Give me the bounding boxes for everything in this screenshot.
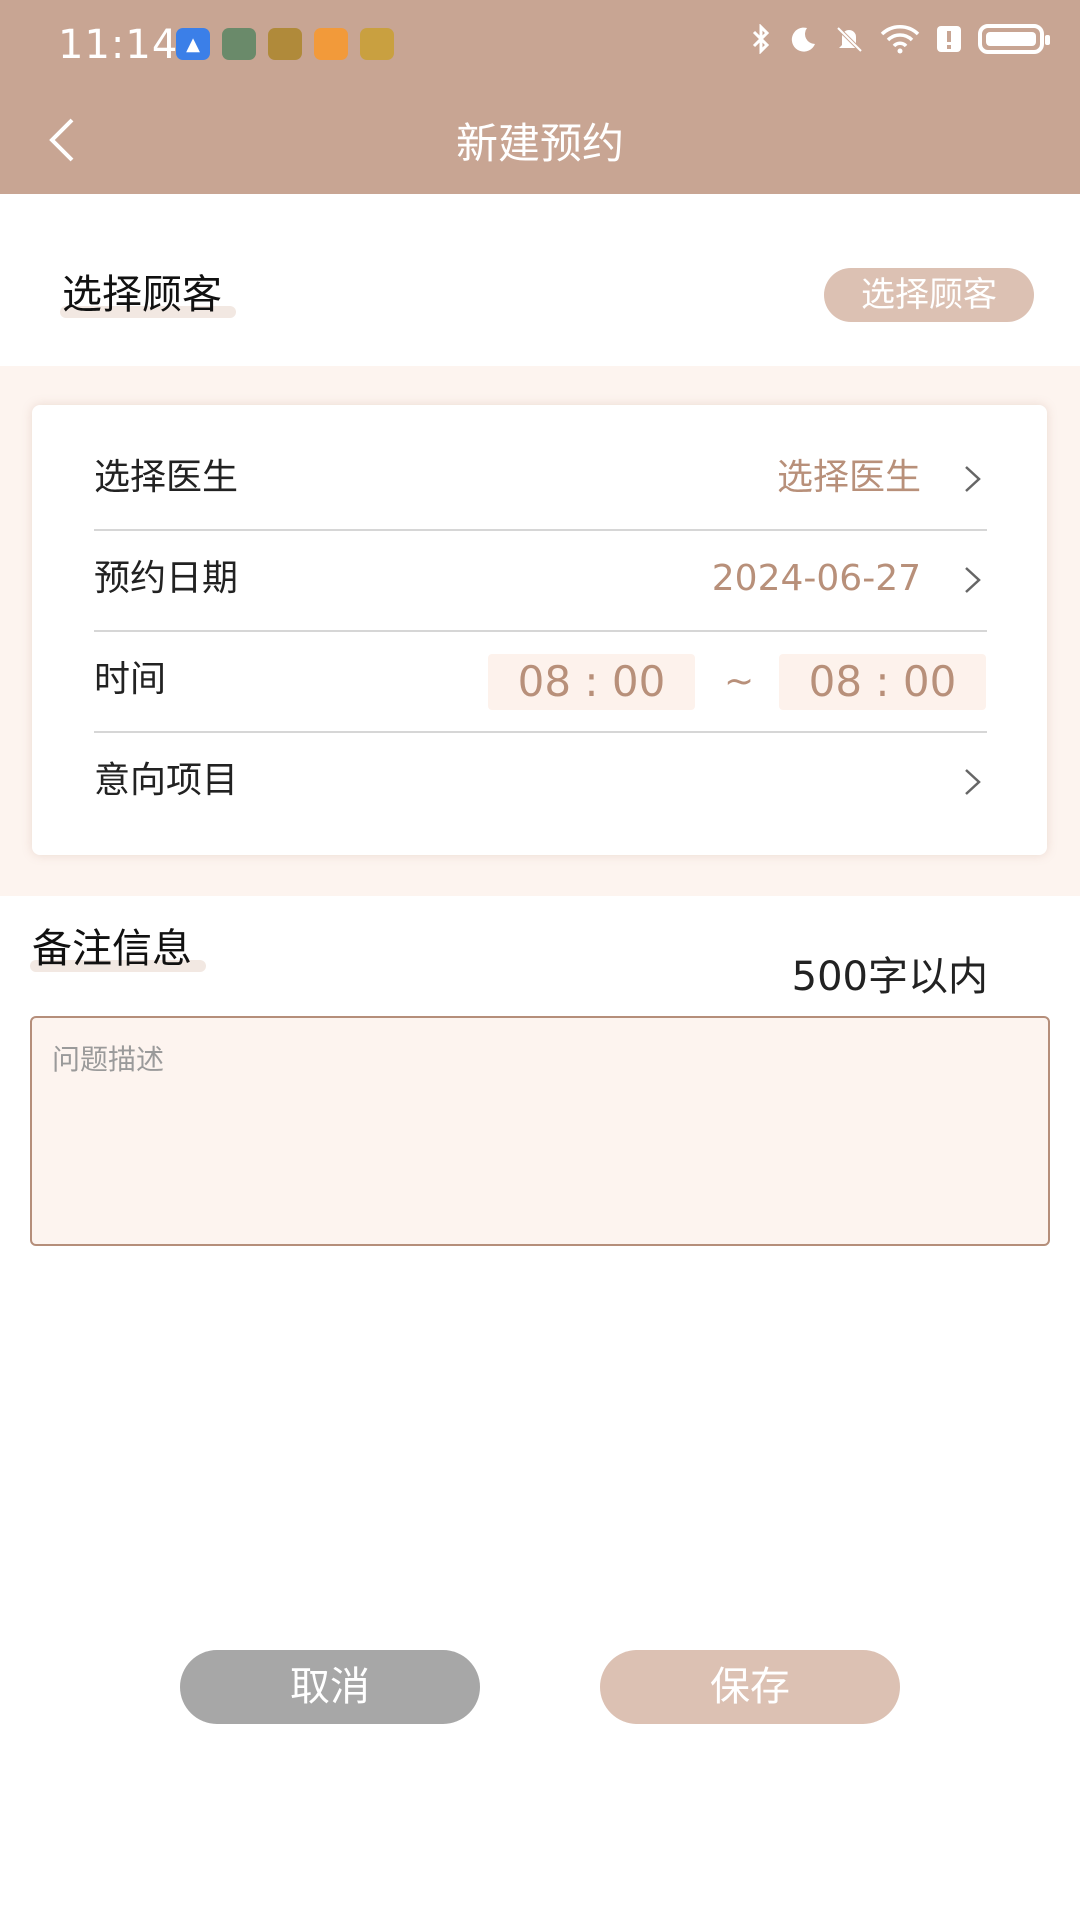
shopping-app-icon	[314, 28, 348, 60]
remarks-section-title: 备注信息	[30, 916, 206, 974]
date-value: 2024-06-27	[711, 558, 921, 599]
bell-muted-icon	[836, 26, 863, 53]
end-time-picker[interactable]: 08 : 00	[779, 654, 986, 710]
time-separator: ~	[724, 661, 755, 702]
game-app-icon	[360, 28, 394, 60]
project-row[interactable]: 意向项目	[94, 731, 987, 831]
wifi-icon	[880, 25, 920, 54]
date-label: 预约日期	[94, 558, 239, 599]
doctor-label: 选择医生	[94, 457, 239, 498]
project-label: 意向项目	[94, 760, 239, 801]
moon-icon	[791, 27, 815, 52]
alert-icon	[937, 26, 961, 52]
chevron-right-icon	[965, 466, 981, 492]
time-label: 时间	[94, 659, 167, 700]
battery-icon	[978, 24, 1050, 54]
system-status-icons	[750, 24, 1050, 54]
cancel-button[interactable]: 取消	[180, 1650, 480, 1724]
select-customer-button[interactable]: 选择顾客	[824, 268, 1034, 322]
character-limit: 500字以内	[791, 954, 988, 1000]
notification-icons: ▲	[176, 28, 394, 60]
remarks-section-title-text: 备注信息	[32, 926, 192, 972]
customer-section-title: 选择顾客	[60, 262, 236, 320]
app-header: 11:14 ▲ 新建预约	[0, 0, 1080, 194]
start-time-picker[interactable]: 08 : 00	[488, 654, 695, 710]
upload-app-icon: ▲	[176, 28, 210, 60]
doctor-value: 选择医生	[776, 457, 921, 498]
status-time: 11:14	[58, 22, 179, 68]
doctor-row[interactable]: 选择医生 选择医生	[94, 428, 987, 528]
remarks-box	[30, 1016, 1050, 1246]
game-app-icon	[268, 28, 302, 60]
save-button[interactable]: 保存	[600, 1650, 900, 1724]
game-app-icon	[222, 28, 256, 60]
page-title: 新建预约	[455, 119, 624, 168]
chevron-right-icon	[965, 769, 981, 795]
customer-section-title-text: 选择顾客	[62, 272, 222, 318]
chevron-right-icon	[965, 567, 981, 593]
bluetooth-icon	[752, 24, 770, 54]
date-row[interactable]: 预约日期 2024-06-27	[94, 529, 987, 629]
remarks-input[interactable]	[32, 1018, 1048, 1244]
